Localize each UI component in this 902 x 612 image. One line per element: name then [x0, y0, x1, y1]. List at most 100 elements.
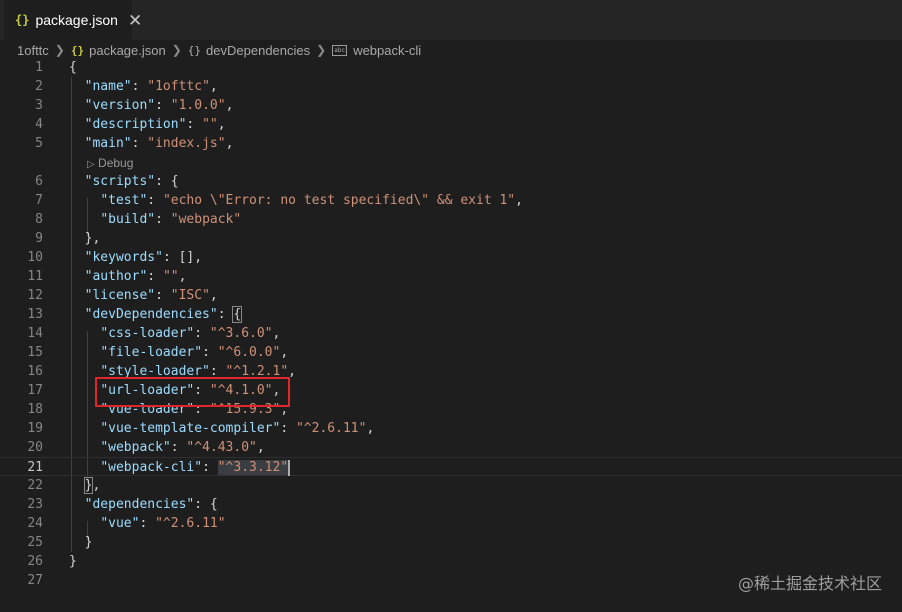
- token-punctuation: [69, 516, 100, 531]
- token-key: "css-loader": [100, 326, 195, 341]
- token-punctuation: :: [202, 460, 218, 475]
- token-punctuation: {: [69, 60, 77, 75]
- token-punctuation: }: [69, 535, 93, 550]
- token-punctuation: :: [155, 288, 171, 303]
- code-text: "main": "index.js",: [69, 134, 234, 153]
- token-punctuation: :: [131, 136, 148, 151]
- line-number: 1: [35, 60, 43, 75]
- code-line[interactable]: 14 "css-loader": "^3.6.0",: [0, 324, 902, 343]
- code-line[interactable]: 13 "devDependencies": {: [0, 305, 902, 324]
- line-number: 10: [27, 250, 43, 265]
- token-string: "ISC": [170, 288, 210, 303]
- close-icon[interactable]: ✕: [128, 12, 142, 29]
- breadcrumb-item-folder[interactable]: 1ofttc: [17, 43, 49, 58]
- code-text: "webpack": "^4.43.0",: [69, 438, 264, 457]
- code-line[interactable]: 24 "vue": "^2.6.11": [0, 514, 902, 533]
- line-number: 5: [35, 136, 43, 151]
- code-line[interactable]: 20 "webpack": "^4.43.0",: [0, 438, 902, 457]
- code-line[interactable]: 19 "vue-template-compiler": "^2.6.11",: [0, 419, 902, 438]
- token-punctuation: :: [170, 440, 187, 455]
- breadcrumb-item-file[interactable]: {} package.json: [71, 43, 166, 58]
- code-line[interactable]: 8 "build": "webpack": [0, 210, 902, 229]
- line-number: 16: [27, 364, 43, 379]
- line-number: 11: [27, 269, 43, 284]
- code-line[interactable]: 26}: [0, 552, 902, 571]
- code-text: "version": "1.0.0",: [69, 96, 234, 115]
- code-line[interactable]: 6 "scripts": {: [0, 172, 902, 191]
- code-text: "name": "1ofttc",: [69, 77, 218, 96]
- token-punctuation: [69, 307, 85, 322]
- code-text: "css-loader": "^3.6.0",: [69, 324, 280, 343]
- token-string: "echo \"Error: no test specified\" && ex…: [162, 193, 516, 208]
- chevron-right-icon: ❯: [54, 43, 65, 57]
- code-text: "build": "webpack": [69, 210, 241, 229]
- code-line[interactable]: 1{: [0, 58, 902, 77]
- code-line[interactable]: 3 "version": "1.0.0",: [0, 96, 902, 115]
- code-line[interactable]: 10 "keywords": [],: [0, 248, 902, 267]
- token-punctuation: :: [155, 212, 171, 227]
- token-string: "1ofttc": [147, 79, 210, 94]
- code-editor[interactable]: ▷ Debug 1{2 "name": "1ofttc", 3 "version"…: [0, 58, 902, 612]
- token-string-selected: "^3.3.12": [217, 460, 289, 475]
- code-text: "file-loader": "^6.0.0",: [69, 343, 288, 362]
- line-number: 24: [27, 516, 43, 531]
- code-text: },: [69, 476, 100, 495]
- token-key: "devDependencies": [84, 307, 218, 322]
- token-punctuation: :: [217, 307, 234, 322]
- line-number: 19: [27, 421, 43, 436]
- line-number: 13: [27, 307, 43, 322]
- token-punctuation: [69, 478, 85, 493]
- token-punctuation: :: [139, 516, 156, 531]
- code-line[interactable]: 11 "author": "",: [0, 267, 902, 286]
- string-icon: abc: [332, 44, 348, 56]
- token-punctuation: [69, 212, 100, 227]
- breadcrumb-item-devdependencies[interactable]: {} devDependencies: [188, 43, 310, 58]
- token-punctuation: ,: [515, 193, 523, 208]
- token-key: "file-loader": [100, 345, 203, 360]
- token-string: "^2.6.11": [155, 516, 226, 531]
- code-text: },: [69, 229, 101, 248]
- line-number: 9: [35, 231, 43, 246]
- token-punctuation: :: [186, 117, 203, 132]
- code-line[interactable]: 5 "main": "index.js",: [0, 134, 902, 153]
- code-line[interactable]: 9 },: [0, 229, 902, 248]
- tab-package-json[interactable]: {} package.json ✕: [4, 0, 142, 40]
- code-line[interactable]: 15 "file-loader": "^6.0.0",: [0, 343, 902, 362]
- token-punctuation: ,: [280, 345, 289, 360]
- token-punctuation: :: [155, 98, 171, 113]
- play-icon: ▷: [87, 159, 95, 170]
- code-line[interactable]: 4 "description": "",: [0, 115, 902, 134]
- token-key: "vue": [100, 516, 140, 531]
- code-text: "test": "echo \"Error: no test specified…: [69, 191, 523, 210]
- code-line[interactable]: 2 "name": "1ofttc",: [0, 77, 902, 96]
- line-number: 26: [27, 554, 43, 569]
- code-line[interactable]: 25 }: [0, 533, 902, 552]
- code-text: "devDependencies": {: [69, 305, 243, 324]
- token-key: "main": [84, 136, 132, 151]
- token-string: "^6.0.0": [217, 345, 281, 360]
- code-line[interactable]: 12 "license": "ISC",: [0, 286, 902, 305]
- code-line[interactable]: 21 "webpack-cli": "^3.3.12": [0, 457, 902, 476]
- token-punctuation: :: [131, 79, 148, 94]
- codelens-debug[interactable]: ▷ Debug: [87, 156, 133, 170]
- breadcrumb-label: 1ofttc: [17, 42, 49, 58]
- breadcrumb-item-webpack-cli[interactable]: abc webpack-cli: [332, 43, 421, 58]
- breadcrumb-label: package.json: [89, 42, 166, 58]
- code-line[interactable]: 22 },: [0, 476, 902, 495]
- line-number: 7: [35, 193, 43, 208]
- code-text: "scripts": {: [69, 172, 179, 191]
- token-punctuation: ,: [178, 269, 187, 284]
- code-text: "keywords": [],: [69, 248, 202, 267]
- token-punctuation: [69, 440, 100, 455]
- token-key: "version": [84, 98, 156, 113]
- code-text: "author": "",: [69, 267, 187, 286]
- code-text: "webpack-cli": "^3.3.12": [69, 458, 291, 477]
- token-string: "": [202, 117, 218, 132]
- code-line[interactable]: 23 "dependencies": {: [0, 495, 902, 514]
- token-key: "dependencies": [84, 497, 195, 512]
- code-line[interactable]: 7 "test": "echo \"Error: no test specifi…: [0, 191, 902, 210]
- token-key: "scripts": [84, 174, 156, 189]
- token-key: "name": [84, 79, 132, 94]
- breadcrumb-label: webpack-cli: [353, 42, 422, 58]
- token-punctuation: : {: [194, 497, 218, 512]
